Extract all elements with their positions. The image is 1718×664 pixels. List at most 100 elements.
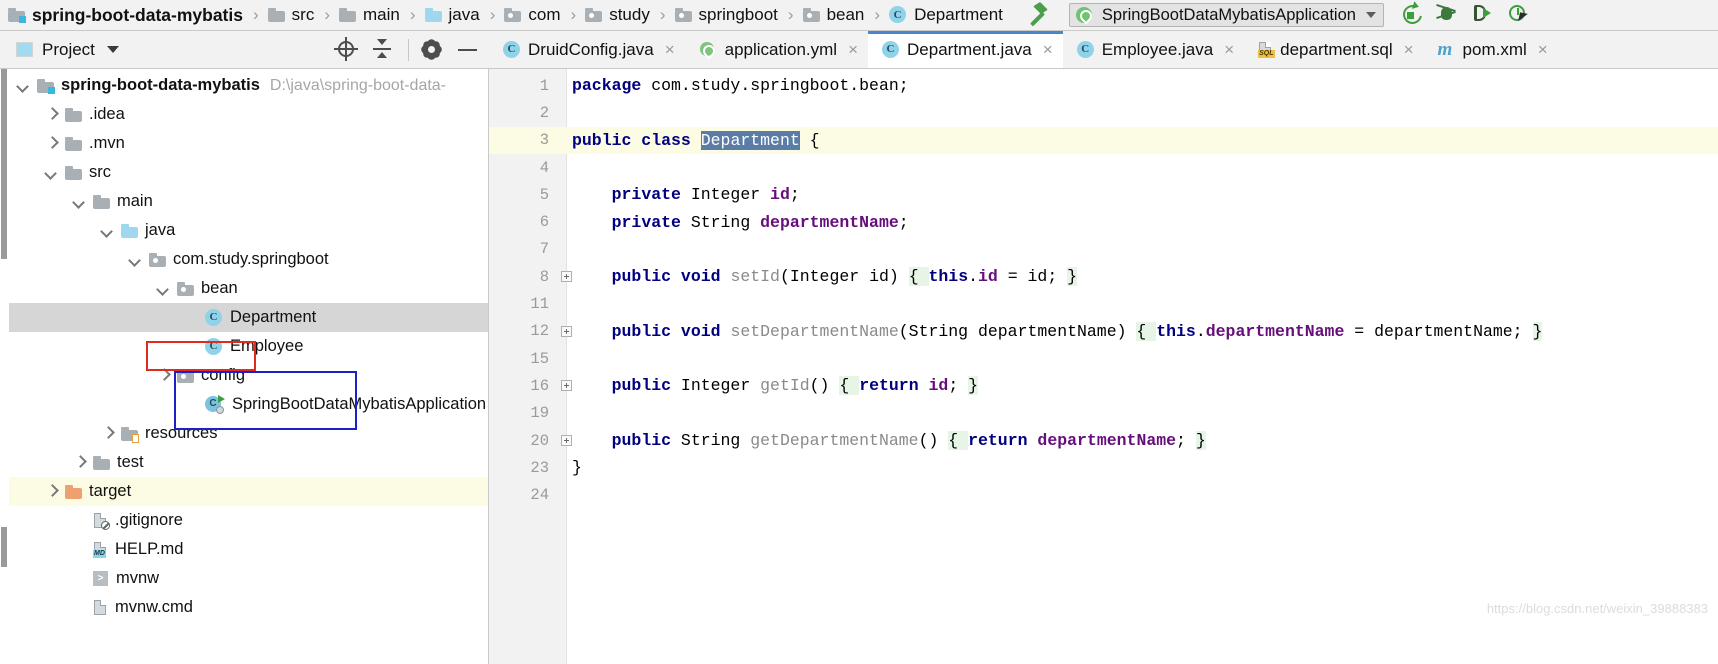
code-line-6[interactable]: 6 private String departmentName; (489, 209, 1718, 236)
tree-node-spring-boot-data-mybatis[interactable]: spring-boot-data-mybatis D:\java\spring-b… (9, 71, 488, 100)
code-token: } (1195, 431, 1206, 451)
code-line-19[interactable]: 19 (489, 400, 1718, 427)
tree-expand-right-icon[interactable] (45, 485, 58, 498)
code-line-8[interactable]: 8 public void setId(Integer id) { this.i… (489, 263, 1718, 290)
tree-node-com-study-springboot[interactable]: com.study.springboot (9, 245, 488, 274)
editor-tab-druidconfig-java[interactable]: C DruidConfig.java × (489, 31, 685, 68)
breadcrumb-item-src[interactable]: src (266, 0, 317, 31)
tree-node-main[interactable]: main (9, 187, 488, 216)
collapse-all-button[interactable] (368, 35, 398, 65)
tree-node-bean[interactable]: bean (9, 274, 488, 303)
tree-expand-right-icon[interactable] (101, 427, 114, 440)
close-icon[interactable]: × (1538, 41, 1548, 58)
breadcrumb-item-java[interactable]: java (423, 0, 482, 31)
run-with-coverage-button[interactable] (1470, 2, 1498, 28)
close-icon[interactable]: × (665, 41, 675, 58)
code-token: } (572, 458, 582, 478)
tree-expand-down-icon[interactable] (129, 253, 142, 266)
tree-node-mvnw-cmd[interactable]: mvnw.cmd (9, 593, 488, 622)
code-editor[interactable]: 1 package com.study.springboot.bean; 2 3 pub… (489, 69, 1718, 664)
chevron-down-icon[interactable] (1365, 12, 1376, 18)
tree-node-mvnw[interactable]: > mvnw (9, 564, 488, 593)
code-line-5[interactable]: 5 private Integer id; (489, 181, 1718, 208)
code-line-12[interactable]: 12 public void setDepartmentName(String … (489, 318, 1718, 345)
tree-node-java[interactable]: java (9, 216, 488, 245)
code-line-20[interactable]: 20 public String getDepartmentName() { r… (489, 427, 1718, 454)
editor-tab-department-java[interactable]: C Department.java × (868, 31, 1063, 68)
breadcrumb-separator: › (324, 5, 330, 24)
breadcrumb-item-com[interactable]: com (502, 0, 562, 31)
tree-expand-down-icon[interactable] (17, 79, 30, 92)
run-configuration-selector[interactable]: SpringBootDataMybatisApplication (1068, 3, 1384, 27)
tree-node-src[interactable]: src (9, 158, 488, 187)
code-line-15[interactable]: 15 (489, 345, 1718, 372)
breadcrumb-item-springboot[interactable]: springboot (673, 0, 780, 31)
breadcrumb-item-spring-boot-data-mybatis[interactable]: spring-boot-data-mybatis (6, 0, 245, 31)
close-icon[interactable]: × (1404, 41, 1414, 58)
build-project-icon[interactable] (1025, 3, 1049, 27)
code-line-7[interactable]: 7 (489, 236, 1718, 263)
breadcrumb-item-department[interactable]: C Department (887, 0, 1005, 31)
code-line-1[interactable]: 1 package com.study.springboot.bean; (489, 72, 1718, 99)
code-line-24[interactable]: 24 (489, 482, 1718, 509)
tree-node-department[interactable]: C Department (9, 303, 488, 332)
code-line-11[interactable]: 11 (489, 290, 1718, 317)
tree-expand-down-icon[interactable] (73, 195, 86, 208)
tree-expand-right-icon[interactable] (73, 456, 86, 469)
code-fold-toggle-icon[interactable] (561, 435, 572, 447)
code-fold-toggle-icon[interactable] (561, 380, 572, 392)
editor-tab-application-yml[interactable]: application.yml × (685, 31, 868, 68)
scrollbar-thumb-secondary[interactable] (1, 527, 7, 567)
code-text: public class Department { (572, 130, 820, 150)
tree-node-resources[interactable]: resources (9, 419, 488, 448)
tree-node-target[interactable]: target (9, 477, 488, 506)
code-line-2[interactable]: 2 (489, 99, 1718, 126)
code-line-4[interactable]: 4 (489, 154, 1718, 181)
tree-node-config[interactable]: config (9, 361, 488, 390)
profiler-button[interactable] (1506, 2, 1534, 28)
tree-expand-right-icon[interactable] (157, 369, 170, 382)
project-tree[interactable]: spring-boot-data-mybatis D:\java\spring-b… (0, 69, 489, 664)
tree-node-test[interactable]: test (9, 448, 488, 477)
close-icon[interactable]: × (1224, 41, 1234, 58)
code-line-3[interactable]: 3 public class Department { (489, 126, 1718, 154)
tree-node--mvn[interactable]: .mvn (9, 129, 488, 158)
scrollbar-thumb[interactable] (1, 69, 7, 259)
tree-expand-right-icon[interactable] (45, 108, 58, 121)
code-token: String (680, 212, 761, 232)
select-opened-file-button[interactable] (332, 35, 362, 65)
debug-button[interactable] (1434, 2, 1462, 28)
folder-package-icon (177, 281, 194, 296)
folder-source-icon (424, 8, 442, 22)
breadcrumb-item-bean[interactable]: bean (801, 0, 867, 31)
tree-node--gitignore[interactable]: .gitignore (9, 506, 488, 535)
tree-node-employee[interactable]: C Employee (9, 332, 488, 361)
editor-tab-department-sql[interactable]: SQL department.sql × (1244, 31, 1423, 68)
editor-tab-pom-xml[interactable]: m pom.xml × (1424, 31, 1558, 68)
code-fold-toggle-icon[interactable] (561, 271, 572, 283)
rerun-button[interactable] (1398, 2, 1426, 28)
close-icon[interactable]: × (848, 41, 858, 58)
code-line-16[interactable]: 16 public Integer getId() { return id; } (489, 372, 1718, 399)
tree-expand-right-icon[interactable] (45, 137, 58, 150)
close-icon[interactable]: × (1043, 41, 1053, 58)
breadcrumb-item-main[interactable]: main (337, 0, 402, 31)
code-line-23[interactable]: 23} (489, 454, 1718, 481)
tree-expand-down-icon[interactable] (101, 224, 114, 237)
caret-down-icon[interactable] (106, 46, 119, 53)
tree-node-help-md[interactable]: MD HELP.md (9, 535, 488, 564)
tool-window-scrollbar[interactable] (0, 69, 9, 664)
tree-node--idea[interactable]: .idea (9, 100, 488, 129)
editor-tab-employee-java[interactable]: C Employee.java × (1063, 31, 1244, 68)
breadcrumb-label: study (609, 5, 650, 24)
tree-expand-down-icon[interactable] (45, 166, 58, 179)
code-fold-toggle-icon[interactable] (561, 325, 572, 337)
settings-button[interactable] (417, 35, 447, 65)
tree-expand-down-icon[interactable] (157, 282, 170, 295)
breadcrumb-item-study[interactable]: study (583, 0, 652, 31)
tree-node-springbootdatamybatisapplication[interactable]: C SpringBootDataMybatisApplication (9, 390, 488, 419)
hide-button[interactable] (453, 35, 483, 65)
